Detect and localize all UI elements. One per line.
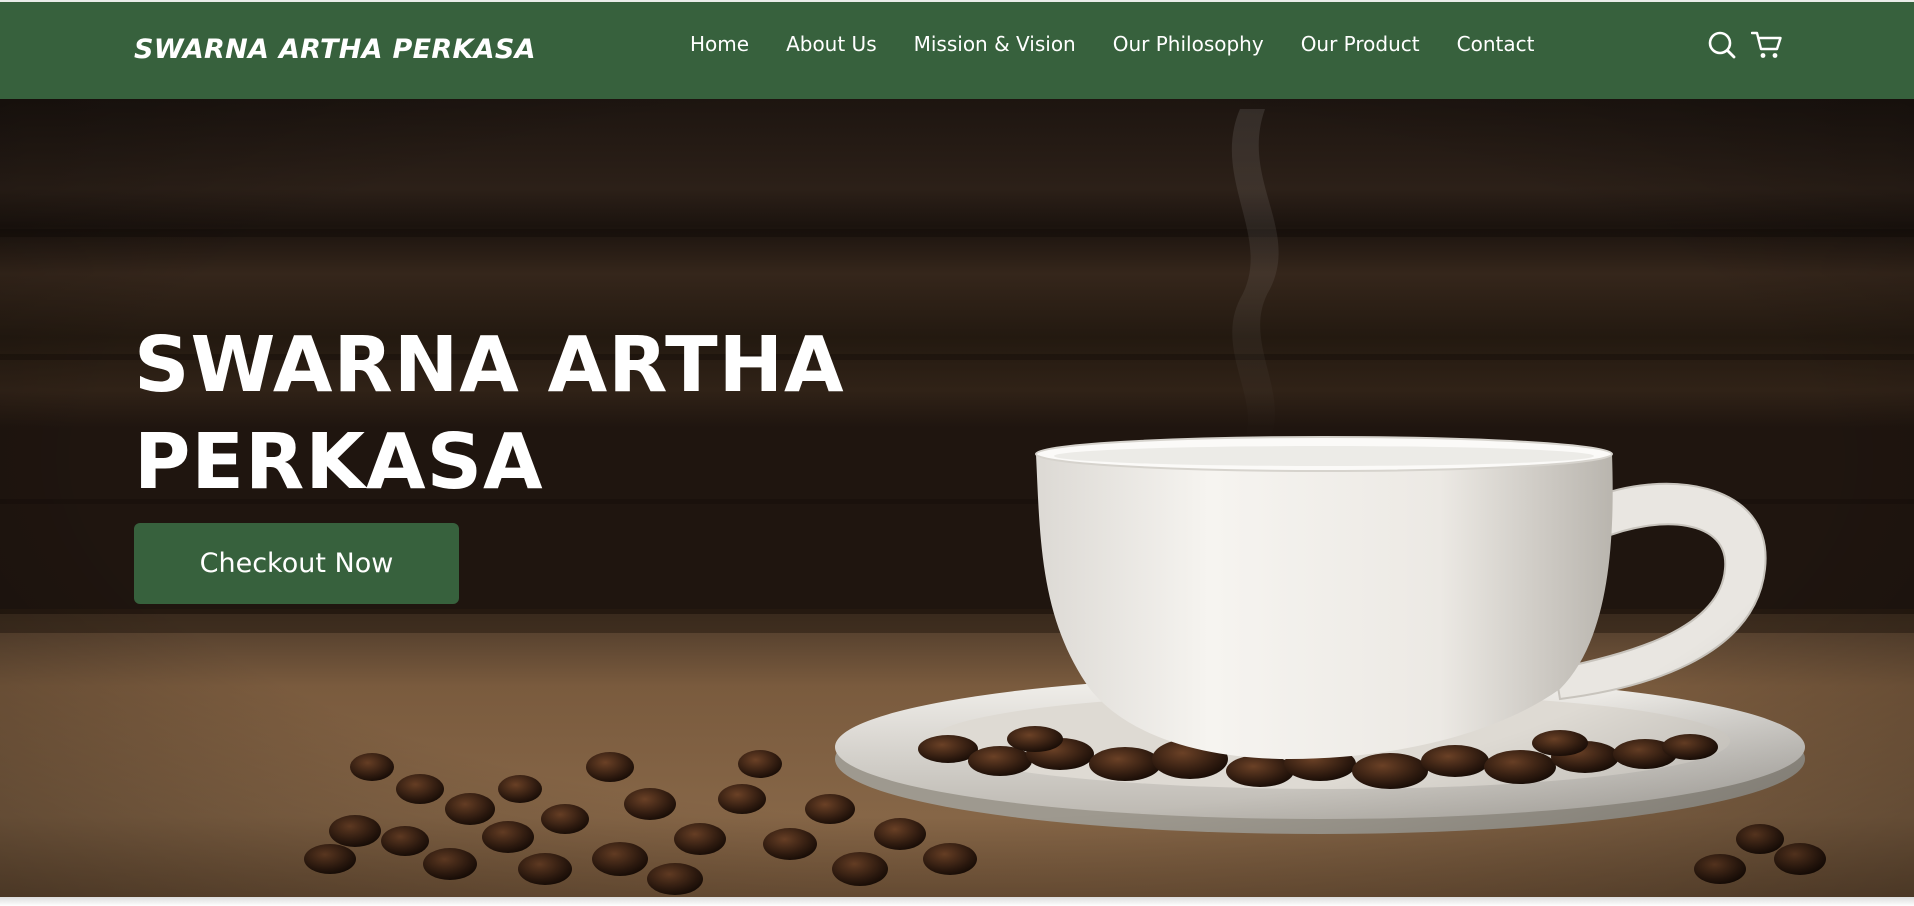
- main-nav: Home About Us Mission & Vision Our Philo…: [690, 32, 1571, 56]
- hero-title: SWARNA ARTHA PERKASA: [134, 317, 894, 511]
- nav-link-contact[interactable]: Contact: [1457, 32, 1535, 56]
- nav-link-home[interactable]: Home: [690, 32, 749, 56]
- nav-link-mission-vision[interactable]: Mission & Vision: [914, 32, 1076, 56]
- nav-link-our-product[interactable]: Our Product: [1301, 32, 1420, 56]
- checkout-now-button[interactable]: Checkout Now: [134, 523, 459, 604]
- page-bottom-edge: [0, 897, 1914, 906]
- nav-link-about-us[interactable]: About Us: [786, 32, 877, 56]
- search-icon[interactable]: [1707, 30, 1737, 60]
- nav-icon-group: [1707, 30, 1783, 60]
- cart-icon[interactable]: [1751, 30, 1783, 60]
- top-navbar: SWARNA ARTHA PERKASA Home About Us Missi…: [0, 0, 1914, 99]
- hero-title-line-1: SWARNA ARTHA: [134, 321, 845, 410]
- nav-link-our-philosophy[interactable]: Our Philosophy: [1113, 32, 1264, 56]
- hero-title-line-2: PERKASA: [134, 418, 544, 507]
- hero-section: SWARNA ARTHA PERKASA Checkout Now: [0, 99, 1914, 897]
- brand-logo-text[interactable]: SWARNA ARTHA PERKASA: [134, 34, 536, 65]
